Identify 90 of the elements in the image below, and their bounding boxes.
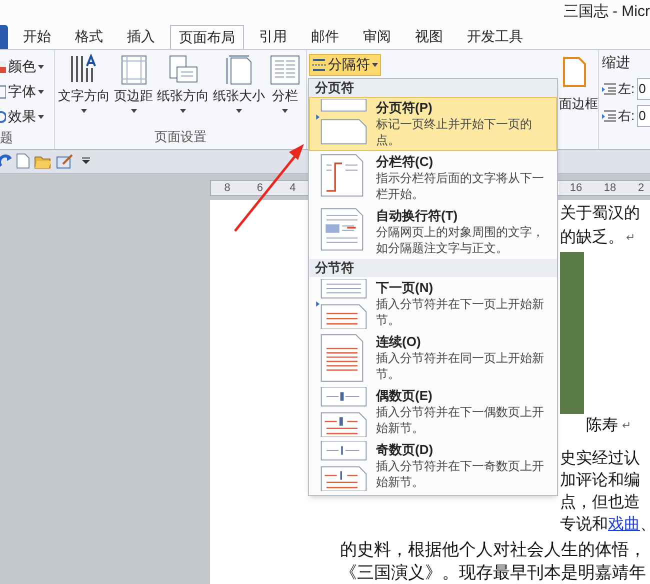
indent-field[interactable]: 0 [636,104,650,127]
menu-item-description: 插入分节符并在下一页上开始新节。 [376,296,545,328]
ribbon-button[interactable]: 文字方向 [57,54,111,116]
ruler-number: 2 [638,180,644,196]
caret-icon [38,114,44,119]
paragraph-mark: ↵ [622,419,631,434]
field-label: 右: [618,107,635,126]
paragraph-mark: ↵ [626,231,635,246]
ribbon-tab[interactable]: 页面布局 [170,24,244,49]
ruler-number: 16 [570,180,582,196]
menu-item-description: 指示分栏符后面的文字将从下一栏开始。 [376,170,545,202]
menu-item-title: 偶数页(E) [376,387,434,404]
new-document-icon [16,153,30,170]
customize-toolbar-button[interactable] [82,157,90,166]
ribbon-button[interactable]: 面边框 [559,94,598,114]
body-text: 、 [640,515,650,535]
file-tab[interactable] [0,24,8,49]
menu-item-title: 自动换行符(T) [376,207,459,224]
ruler-number: 4 [290,180,296,196]
caption-text: 陈寿 [586,416,618,436]
body-text: 点，但也造 [560,492,640,513]
menu-item-description: 插入分节符并在下一奇数页上开始新节。 [376,458,545,490]
ribbon-tab[interactable]: 开始 [14,24,60,49]
body-text: 专说和 [560,514,608,535]
ribbon-tab[interactable]: 审阅 [354,24,400,49]
menu-item[interactable]: 下一页(N) 插入分节符并在下一页上开始新节。 [309,277,557,331]
field-label: 左: [618,80,635,98]
body-text: 《三国演义》。现存最早刊本是明嘉靖年 [340,562,646,584]
caret-icon [38,64,44,69]
ribbon-tab[interactable]: 开发工具 [458,24,532,49]
ruler-number: 6 [256,180,264,196]
ribbon-tab[interactable]: 邮件 [302,24,348,49]
ribbon-tab[interactable]: 格式 [66,24,112,49]
menu-item-title: 分栏符(C) [376,153,434,170]
caret-icon [82,157,90,166]
hyperlink[interactable]: 戏曲 [608,514,640,536]
redo-icon [0,154,12,168]
caret-icon [282,109,288,114]
menu-item[interactable]: 奇数页(D) 插入分节符并在下一奇数页上开始新节。 [309,439,557,493]
indent-right-icon [602,108,616,123]
menu-item[interactable]: 分栏符(C) 指示分栏符后面的文字将从下一栏开始。 [309,151,557,205]
indent-left-icon [602,82,616,96]
ruler-number: 8 [224,180,230,196]
body-text: 关于蜀汉的 [560,204,640,224]
breaks-icon [312,58,326,72]
ribbon-button[interactable]: 效果 [0,106,54,128]
ribbon-button[interactable]: 纸张方向 [156,54,210,116]
body-text: 史实经过认 [560,448,640,469]
menu-item-title: 奇数页(D) [376,441,434,458]
breaks-button[interactable]: 分隔符 [309,54,381,76]
caret-icon [236,109,242,114]
ribbon-tab[interactable]: 视图 [406,24,452,49]
group-label: 页面设置 [154,128,206,146]
caret-icon [130,109,136,114]
ribbon-button[interactable]: 字体 [0,80,54,103]
menu-section-heading: 分页符 [309,79,557,97]
caret-icon [81,109,87,114]
menu-item-description: 插入分节符并在下一偶数页上开始新节。 [376,404,545,436]
menu-item-description: 插入分节符并在同一页上开始新节。 [376,350,545,382]
body-text: 加评论和编 [560,470,640,491]
caret-icon [38,90,44,94]
ribbon-button[interactable]: 页边距 [113,54,154,116]
menu-item[interactable]: 自动换行符(T) 分隔网页上的对象周围的文字，如分隔题注文字与正文。 [309,205,557,259]
menu-item[interactable]: 连续(O) 插入分节符并在同一页上开始新节。 [309,331,557,385]
page-border-icon [561,56,587,88]
menu-item[interactable]: 偶数页(E) 插入分节符并在下一偶数页上开始新节。 [309,385,557,439]
menu-item-title: 连续(O) [376,333,422,350]
menu-item-description: 分隔网页上的对象周围的文字，如分隔题注文字与正文。 [376,224,545,256]
group-label: 题 [0,128,14,147]
menu-item[interactable]: 分页符(P) 标记一页终止并开始下一页的点。 [309,97,557,151]
ribbon-button[interactable]: 分栏 [268,54,302,116]
indent-field[interactable]: 0 [636,78,650,100]
body-text: 的缺乏。 [560,228,624,248]
ribbon-tab[interactable]: 引用 [250,24,296,49]
menu-item-title: 下一页(N) [376,279,434,296]
group-label: 缩进 [602,52,631,72]
menu-section-heading: 分节符 [309,259,557,277]
ribbon-tab[interactable]: 插入 [118,24,164,49]
body-text: 的史料，根据他个人对社会人生的体悟， [340,539,646,561]
edit-icon [56,153,74,170]
ruler-number: 18 [604,180,616,196]
menu-item-title: 分页符(P) [376,99,434,116]
caret-icon [372,62,378,67]
menu-item-description: 标记一页终止并开始下一页的点。 [376,116,533,148]
columns-icon [269,54,301,86]
caret-icon [180,109,186,114]
window-title: 三国志 - Micr [563,2,650,22]
ribbon-button[interactable]: 纸张大小 [212,54,266,116]
next-page-icon [316,279,368,329]
ribbon-button[interactable]: 颜色 [0,56,54,78]
